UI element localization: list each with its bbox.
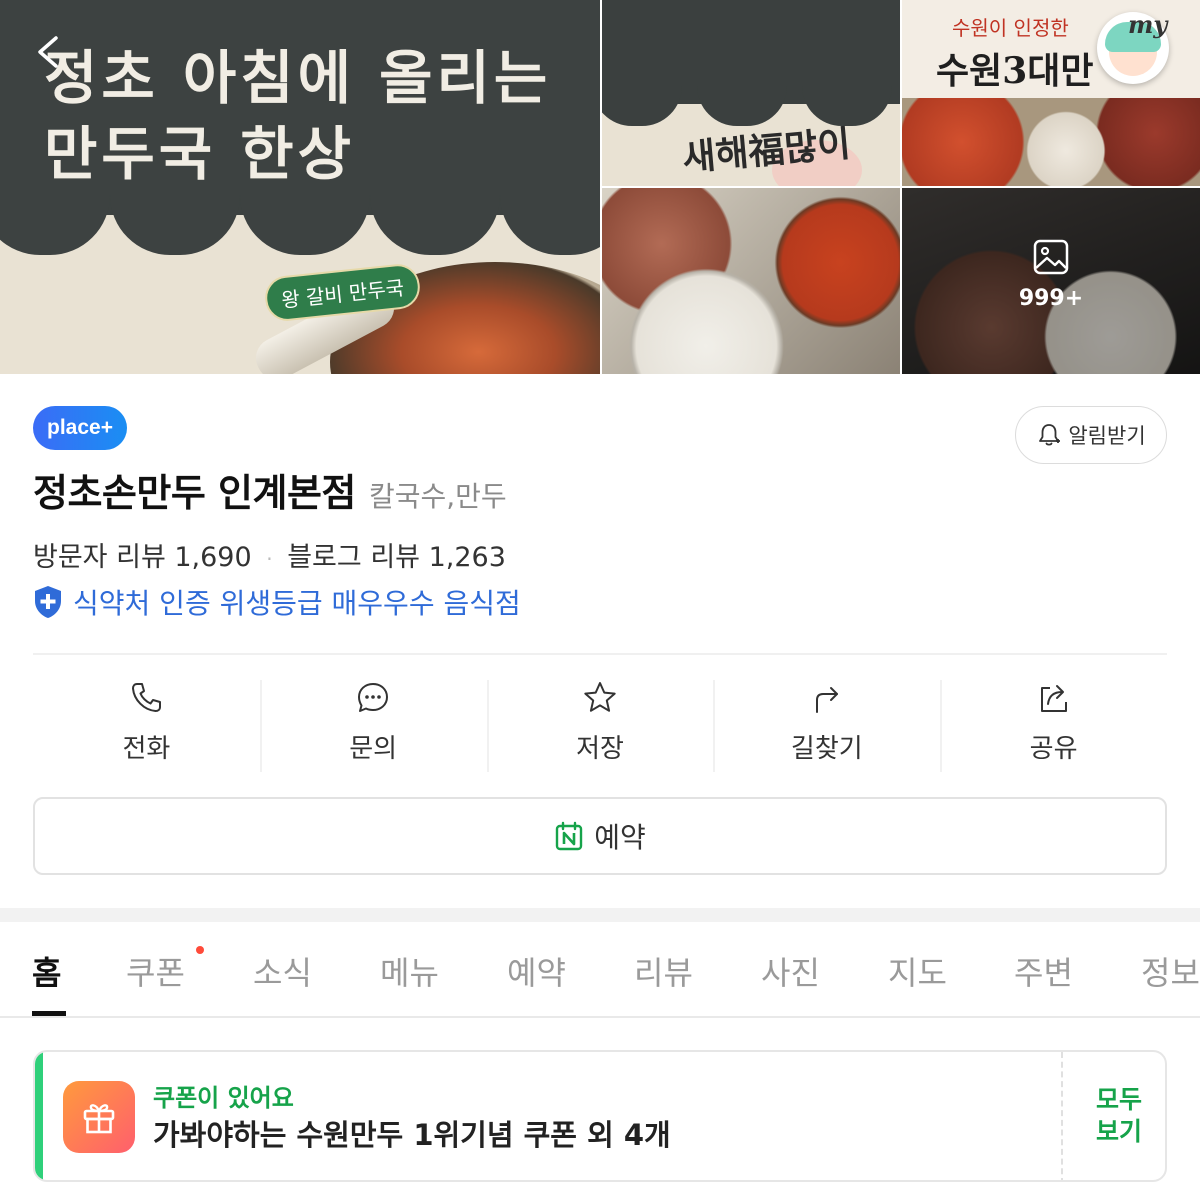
tab-bar: 홈 쿠폰 소식 메뉴 예약 리뷰 사진 지도 주변 정보 bbox=[0, 922, 1200, 1018]
photo-cloud bbox=[697, 86, 787, 126]
place-plus-badge: place+ bbox=[33, 406, 127, 450]
active-tab-indicator bbox=[32, 1011, 66, 1016]
coupon-kicker: 쿠폰이 있어요 bbox=[153, 1084, 294, 1112]
bell-icon bbox=[1039, 424, 1061, 446]
share-button[interactable]: 공유 bbox=[940, 680, 1167, 772]
photo-tile-3[interactable] bbox=[602, 188, 900, 374]
save-label: 저장 bbox=[576, 734, 624, 764]
directions-label: 길찾기 bbox=[790, 734, 863, 764]
tab-nearby[interactable]: 주변 bbox=[1014, 948, 1073, 994]
section-gap bbox=[0, 908, 1200, 922]
more-photos: 999+ bbox=[902, 238, 1200, 311]
tab-map[interactable]: 지도 bbox=[888, 948, 947, 994]
more-photos-count: 999+ bbox=[1018, 286, 1084, 311]
review-summary: 방문자 리뷰 1,690 · 블로그 리뷰 1,263 bbox=[33, 535, 506, 574]
notification-label: 알림받기 bbox=[1068, 424, 1146, 448]
star-icon bbox=[584, 682, 616, 712]
photo-food bbox=[902, 98, 1200, 186]
my-label: my bbox=[1128, 10, 1168, 39]
coupon-see-all-button[interactable]: 모두 보기 bbox=[1075, 1084, 1163, 1148]
photo-cloud bbox=[602, 86, 682, 126]
share-label: 공유 bbox=[1029, 734, 1078, 764]
photo-headline-line2: 만두국 한상 bbox=[44, 120, 355, 188]
tab-news[interactable]: 소식 bbox=[253, 948, 312, 994]
phone-icon bbox=[132, 683, 162, 712]
visitor-review-link[interactable]: 방문자 리뷰 1,690 bbox=[33, 542, 252, 573]
place-title: 정초손만두 인계본점 칼국수,만두 bbox=[33, 462, 507, 517]
reserve-button[interactable]: 예약 bbox=[33, 797, 1167, 875]
gift-badge bbox=[63, 1081, 135, 1153]
coupon-card[interactable]: 쿠폰이 있어요 가봐야하는 수원만두 1위기념 쿠폰 외 4개 모두 보기 bbox=[33, 1050, 1167, 1182]
call-button[interactable]: 전화 bbox=[33, 680, 260, 772]
directions-button[interactable]: 길찾기 bbox=[713, 680, 940, 772]
directions-icon bbox=[815, 687, 838, 713]
image-icon bbox=[1033, 239, 1069, 275]
tab-photo[interactable]: 사진 bbox=[761, 948, 820, 994]
shield-icon bbox=[35, 586, 61, 618]
coupon-perforation bbox=[1061, 1052, 1063, 1180]
hygiene-label: 식약처 인증 위생등급 매우우수 음식점 bbox=[73, 587, 521, 620]
see-all-line1: 모두 bbox=[1095, 1085, 1142, 1114]
chat-icon bbox=[358, 683, 389, 712]
photo-tile-2-big: 수원3대만 bbox=[936, 50, 1094, 92]
see-all-line2: 보기 bbox=[1095, 1117, 1142, 1146]
inquiry-label: 문의 bbox=[349, 734, 398, 764]
coupon-new-dot bbox=[196, 946, 204, 954]
coupon-title: 가봐야하는 수원만두 1위기념 쿠폰 외 4개 bbox=[153, 1118, 671, 1152]
photo-tile-2-small: 수원이 인정한 bbox=[952, 16, 1069, 40]
save-button[interactable]: 저장 bbox=[486, 680, 714, 772]
place-category: 칼국수,만두 bbox=[368, 480, 507, 513]
photo-headline: 정초 아침에 올리는 만두국 한상 bbox=[44, 40, 551, 192]
photo-tile-more[interactable]: 999+ bbox=[902, 188, 1200, 374]
action-bar: 전화 문의 저장 길찾기 공유 bbox=[33, 680, 1167, 772]
coupon-stripe bbox=[35, 1052, 43, 1180]
inquiry-button[interactable]: 문의 bbox=[259, 680, 487, 772]
blog-review-link[interactable]: 블로그 리뷰 1,263 bbox=[287, 542, 506, 573]
place-name: 정초손만두 인계본점 bbox=[33, 471, 356, 515]
photo-gallery: 정초 아침에 올리는 만두국 한상 왕 갈비 만두국 새해福많이 수원이 인정한… bbox=[0, 0, 1200, 374]
call-label: 전화 bbox=[122, 734, 171, 764]
share-icon bbox=[1040, 685, 1067, 712]
review-separator: · bbox=[266, 547, 273, 571]
tab-reservation[interactable]: 예약 bbox=[507, 948, 566, 994]
photo-headline-line1: 정초 아침에 올리는 bbox=[44, 44, 552, 112]
hygiene-certification[interactable]: 식약처 인증 위생등급 매우우수 음식점 bbox=[33, 582, 521, 622]
tab-review[interactable]: 리뷰 bbox=[634, 948, 693, 994]
tab-info[interactable]: 정보 bbox=[1141, 948, 1200, 994]
tab-home[interactable]: 홈 bbox=[32, 948, 61, 994]
tab-menu[interactable]: 메뉴 bbox=[380, 948, 439, 994]
naver-calendar-icon bbox=[556, 821, 583, 851]
reserve-label: 예약 bbox=[594, 821, 646, 854]
tab-coupon[interactable]: 쿠폰 bbox=[126, 948, 185, 994]
main-photo[interactable]: 정초 아침에 올리는 만두국 한상 왕 갈비 만두국 bbox=[0, 0, 600, 374]
notification-button[interactable]: 알림받기 bbox=[1015, 406, 1167, 464]
back-arrow-icon[interactable] bbox=[30, 32, 70, 72]
gift-icon bbox=[83, 1104, 115, 1134]
divider bbox=[33, 653, 1167, 655]
photo-tile-1[interactable]: 새해福많이 bbox=[602, 0, 900, 186]
